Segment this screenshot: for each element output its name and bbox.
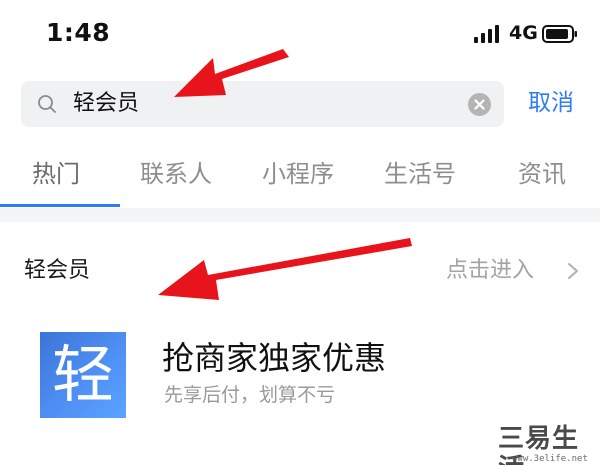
result-item[interactable]: 轻 抢商家独家优惠 先享后付，划算不亏: [0, 318, 600, 438]
search-value: 轻会员: [73, 91, 140, 116]
app-logo: 轻: [40, 332, 126, 418]
clear-icon[interactable]: [467, 92, 492, 117]
section-divider: [0, 208, 600, 222]
tab-news[interactable]: 资讯: [518, 158, 566, 190]
result-title: 抢商家独家优惠: [162, 339, 387, 377]
search-icon: [38, 95, 56, 113]
category-tabs: 热门 联系人 小程序 生活号 资讯: [0, 150, 600, 208]
status-bar: 1:48 4G: [0, 0, 600, 68]
cancel-button[interactable]: 取消: [528, 88, 574, 118]
enter-link[interactable]: 点击进入: [446, 256, 586, 286]
tab-mini-programs[interactable]: 小程序: [262, 158, 334, 190]
arrow-to-section: [158, 238, 412, 300]
watermark: 三易生活 www.3elife.net: [498, 424, 598, 465]
app-logo-char: 轻: [51, 338, 114, 411]
status-time: 1:48: [46, 18, 111, 47]
section-title: 轻会员: [24, 258, 91, 283]
active-tab-indicator: [0, 204, 120, 207]
enter-link-label: 点击进入: [446, 258, 535, 283]
result-subtitle: 先享后付，划算不亏: [164, 384, 336, 406]
signal-icon: [474, 25, 499, 43]
watermark-url: www.3elife.net: [512, 454, 588, 464]
tab-contacts[interactable]: 联系人: [140, 158, 212, 190]
search-input[interactable]: 轻会员: [21, 81, 504, 127]
network-label: 4G: [509, 22, 538, 44]
chevron-right-icon: [568, 263, 578, 279]
tab-hot[interactable]: 热门: [32, 158, 80, 190]
battery-icon: [542, 25, 577, 43]
tab-life-accounts[interactable]: 生活号: [384, 158, 456, 190]
